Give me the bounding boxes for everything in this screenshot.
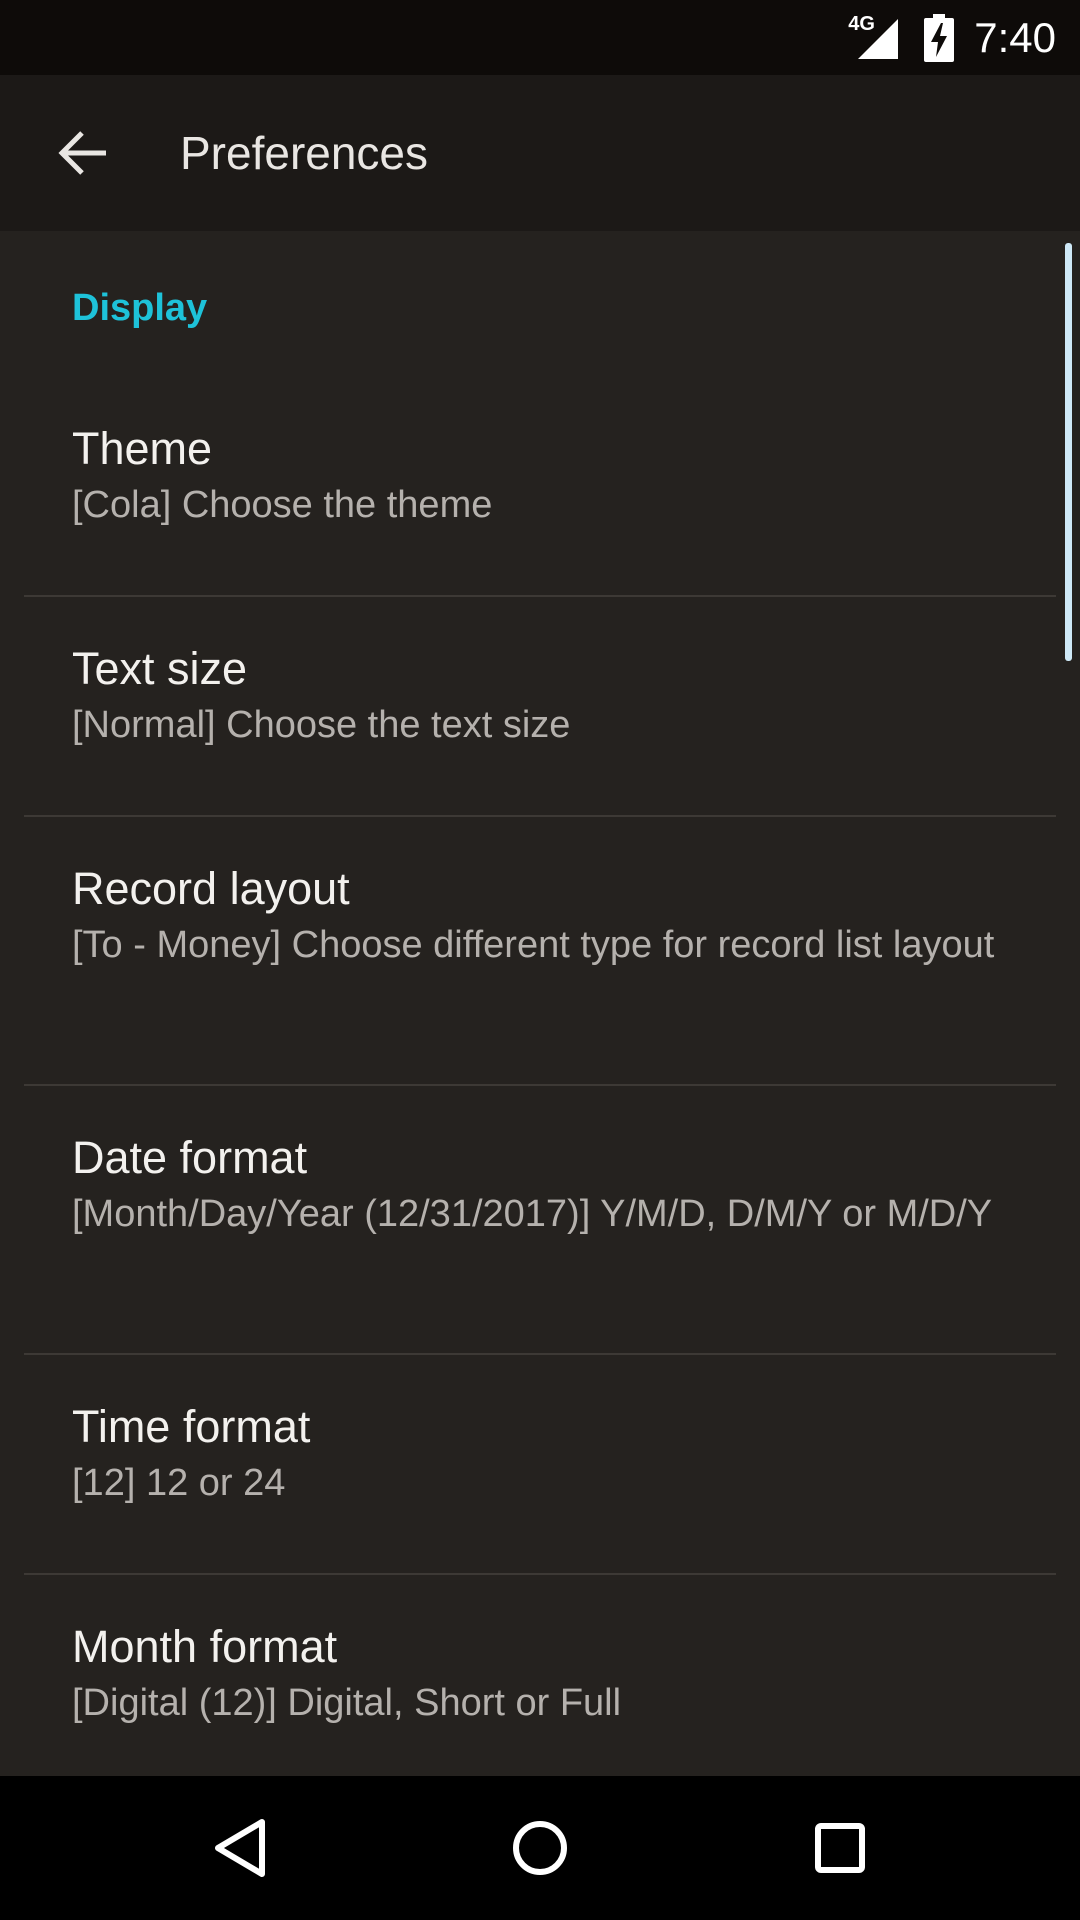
pref-summary: [To - Money] Choose different type for r… <box>72 924 995 966</box>
pref-record-layout[interactable]: Record layout [To - Money] Choose differ… <box>0 817 1080 1086</box>
status-bar: 4G 7:40 <box>0 0 1080 75</box>
back-triangle-icon <box>215 1819 265 1877</box>
status-time: 7:40 <box>974 13 1056 61</box>
preferences-list: Theme [Cola] Choose the theme Text size … <box>0 377 1080 1776</box>
preferences-list-container: Display Theme [Cola] Choose the theme Te… <box>0 231 1080 1776</box>
pref-summary: [Cola] Choose the theme <box>72 484 493 526</box>
pref-title: Record layout <box>72 863 350 914</box>
navigation-bar <box>0 1776 1080 1920</box>
pref-theme[interactable]: Theme [Cola] Choose the theme <box>0 377 1080 597</box>
home-circle-icon <box>513 1821 567 1875</box>
nav-recents-button[interactable] <box>790 1798 890 1898</box>
pref-text-size[interactable]: Text size [Normal] Choose the text size <box>0 597 1080 817</box>
pref-summary: [Digital (12)] Digital, Short or Full <box>72 1682 622 1724</box>
pref-title: Text size <box>72 643 248 694</box>
recents-square-icon <box>815 1823 865 1873</box>
pref-summary: [12] 12 or 24 <box>72 1462 286 1504</box>
network-type-label: 4G <box>848 12 875 35</box>
pref-month-format[interactable]: Month format [Digital (12)] Digital, Sho… <box>0 1575 1080 1776</box>
pref-summary: [Normal] Choose the text size <box>72 704 571 746</box>
signal-icon: 4G <box>848 12 904 61</box>
status-icons: 4G 7:40 <box>848 0 1056 75</box>
section-header-display: Display <box>72 287 208 329</box>
app-bar: Preferences <box>0 75 1080 231</box>
pref-title: Time format <box>72 1401 311 1452</box>
pref-title: Theme <box>72 423 213 474</box>
pref-summary: [Month/Day/Year (12/31/2017)] Y/M/D, D/M… <box>72 1193 993 1235</box>
arrow-back-icon <box>58 131 106 175</box>
pref-title: Date format <box>72 1132 308 1183</box>
pref-title: Month format <box>72 1621 338 1672</box>
battery-charging-icon <box>924 13 955 62</box>
back-button[interactable] <box>38 111 128 195</box>
pref-time-format[interactable]: Time format [12] 12 or 24 <box>0 1355 1080 1575</box>
nav-back-button[interactable] <box>190 1798 290 1898</box>
pref-date-format[interactable]: Date format [Month/Day/Year (12/31/2017)… <box>0 1086 1080 1355</box>
page-title: Preferences <box>180 127 429 179</box>
nav-home-button[interactable] <box>490 1798 590 1898</box>
